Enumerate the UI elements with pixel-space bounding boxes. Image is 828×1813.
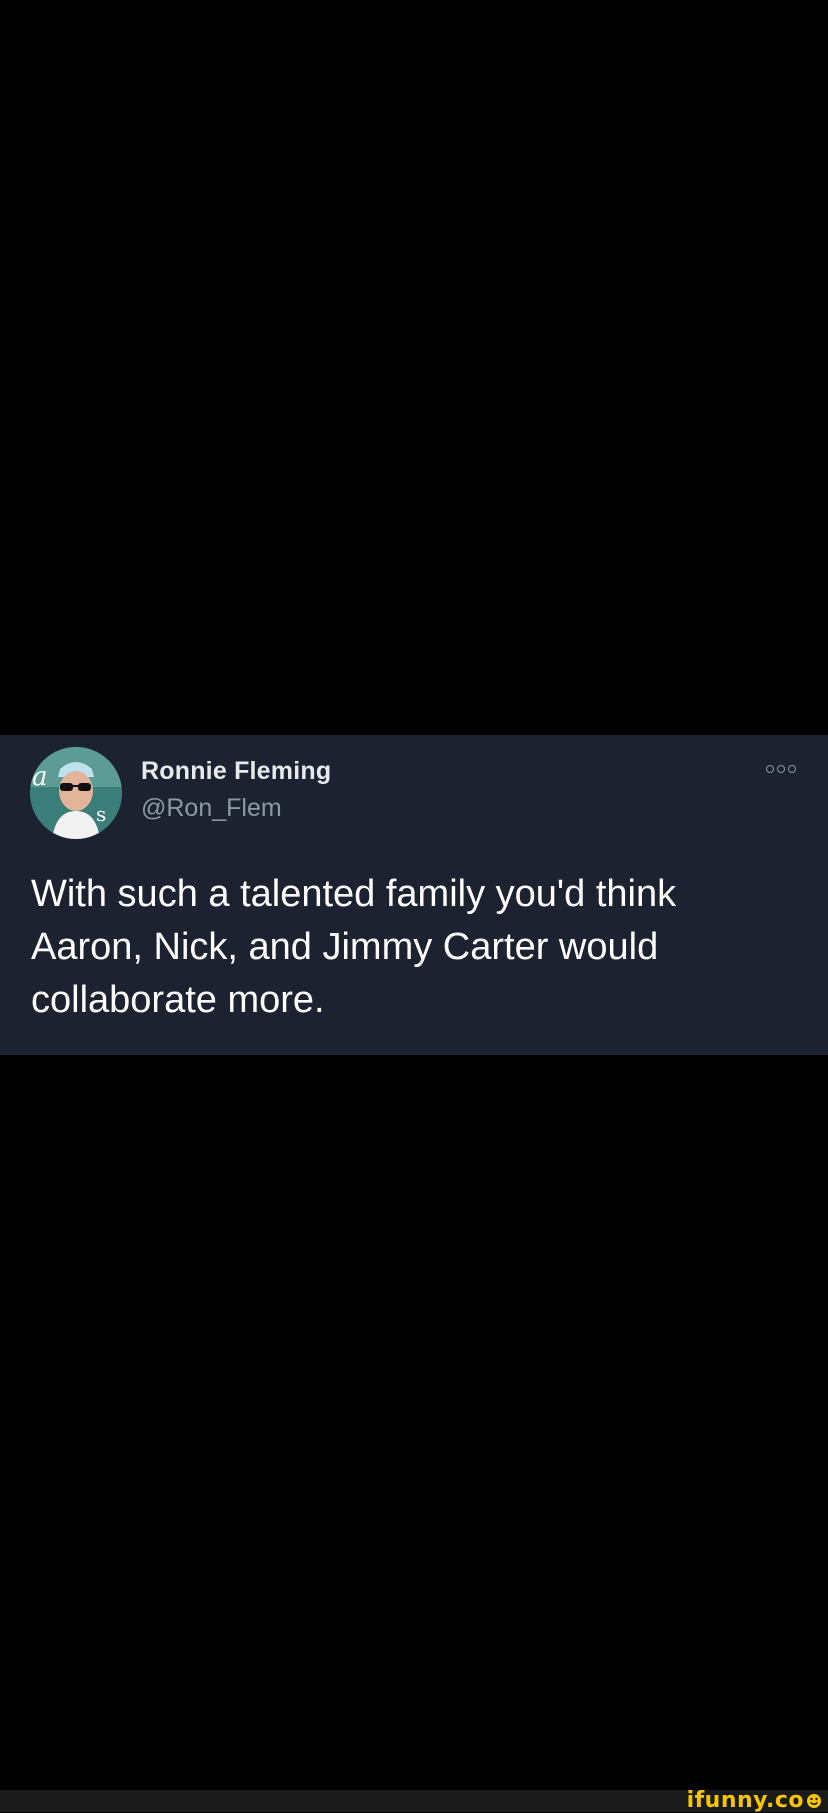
more-options-icon[interactable] — [766, 765, 796, 773]
smiley-icon — [807, 1794, 821, 1808]
more-dot — [766, 765, 774, 773]
avatar-image: a s — [30, 747, 122, 839]
author-handle[interactable]: @Ron_Flem — [141, 794, 282, 823]
watermark-text: ifunny.co — [686, 1788, 804, 1813]
ifunny-watermark: ifunny.co — [687, 1790, 822, 1812]
more-dot — [777, 765, 785, 773]
svg-text:s: s — [96, 802, 106, 826]
author-display-name[interactable]: Ronnie Fleming — [141, 757, 331, 786]
tweet-text: With such a talented family you'd think … — [31, 873, 677, 1021]
avatar[interactable]: a s — [30, 747, 122, 839]
svg-text:a: a — [32, 762, 48, 792]
tweet-card[interactable]: a s Ronnie Fleming @Ron_Flem With such a… — [0, 735, 828, 1055]
more-dot — [788, 765, 796, 773]
